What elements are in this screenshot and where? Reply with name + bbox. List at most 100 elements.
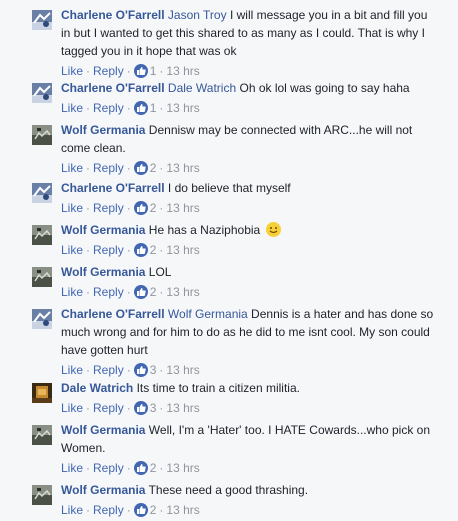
reply-button[interactable]: Reply xyxy=(93,201,124,215)
wolf-avatar[interactable] xyxy=(32,485,52,505)
comment-timestamp[interactable]: 13 hrs xyxy=(166,461,199,475)
smiley-emoji-icon xyxy=(265,222,281,237)
like-button[interactable]: Like xyxy=(61,285,83,299)
like-button[interactable]: Like xyxy=(61,461,83,475)
comment-actions: Like · Reply · 2 · 13 hrs xyxy=(61,283,438,301)
charlene-avatar[interactable] xyxy=(32,83,52,103)
comment-author-link[interactable]: Dale Watrich xyxy=(61,381,133,395)
separator-dot: · xyxy=(126,503,131,517)
comment-timestamp[interactable]: 13 hrs xyxy=(166,161,199,175)
like-button[interactable]: Like xyxy=(61,161,83,175)
charlene-avatar[interactable] xyxy=(32,309,52,329)
reply-button[interactable]: Reply xyxy=(93,243,124,257)
comment-author-link[interactable]: Wolf Germania xyxy=(61,123,145,137)
separator-dot: · xyxy=(86,363,91,377)
comment-timestamp[interactable]: 13 hrs xyxy=(166,401,199,415)
like-button[interactable]: Like xyxy=(61,401,83,415)
comment-author-link[interactable]: Wolf Germania xyxy=(61,223,145,237)
comment-timestamp[interactable]: 13 hrs xyxy=(166,101,199,115)
comment-author-link[interactable]: Charlene O'Farrell xyxy=(61,81,165,95)
reply-button[interactable]: Reply xyxy=(93,161,124,175)
comment-actions: Like · Reply · 1 · 13 hrs xyxy=(61,62,438,80)
reply-button[interactable]: Reply xyxy=(93,101,124,115)
mentioned-user-link[interactable]: Wolf Germania xyxy=(168,307,248,321)
wolf-avatar[interactable] xyxy=(32,225,52,245)
comment-author-link[interactable]: Charlene O'Farrell xyxy=(61,181,165,195)
comment-actions: Like · Reply · 3 · 13 hrs xyxy=(61,399,438,417)
separator-dot: · xyxy=(86,243,91,257)
thumbs-up-icon[interactable] xyxy=(133,201,148,215)
reply-button[interactable]: Reply xyxy=(93,363,124,377)
comment-content: Charlene O'Farrell Jason Troy I will mes… xyxy=(61,6,438,60)
separator-dot: · xyxy=(159,64,164,78)
comment-text: These need a good thrashing. xyxy=(145,483,309,497)
dale-avatar[interactable] xyxy=(32,383,52,403)
wolf-avatar[interactable] xyxy=(32,267,52,287)
comment-text: I do believe that myself xyxy=(164,181,291,195)
thumbs-up-icon[interactable] xyxy=(133,101,148,115)
comment-timestamp[interactable]: 13 hrs xyxy=(166,243,199,257)
comment-timestamp[interactable]: 13 hrs xyxy=(166,201,199,215)
wolf-avatar[interactable] xyxy=(32,125,52,145)
comment-thread: Charlene O'Farrell Jason Troy I will mes… xyxy=(0,0,458,521)
like-button[interactable]: Like xyxy=(61,64,83,78)
comment-actions: Like · Reply · 2 · 13 hrs xyxy=(61,159,438,177)
comment-author-link[interactable]: Charlene O'Farrell xyxy=(61,8,165,22)
separator-dot: · xyxy=(86,503,91,517)
separator-dot: · xyxy=(86,101,91,115)
thumbs-up-icon[interactable] xyxy=(133,461,148,475)
reply-button[interactable]: Reply xyxy=(93,285,124,299)
separator-dot: · xyxy=(126,201,131,215)
comment-text: He has a Naziphobia xyxy=(145,223,261,237)
thumbs-up-icon[interactable] xyxy=(133,161,148,175)
thumbs-up-icon[interactable] xyxy=(133,285,148,299)
separator-dot: · xyxy=(126,401,131,415)
like-button[interactable]: Like xyxy=(61,363,83,377)
like-button[interactable]: Like xyxy=(61,503,83,517)
separator-dot: · xyxy=(159,461,164,475)
comment-author-link[interactable]: Wolf Germania xyxy=(61,423,145,437)
charlene-avatar[interactable] xyxy=(32,183,52,203)
thumbs-up-icon[interactable] xyxy=(133,503,148,517)
reply-button[interactable]: Reply xyxy=(93,461,124,475)
comment-actions: Like · Reply · 3 · 13 hrs xyxy=(61,361,438,379)
separator-dot: · xyxy=(126,101,131,115)
like-button[interactable]: Like xyxy=(61,201,83,215)
comment-actions: Like · Reply · 2 · 13 hrs xyxy=(61,501,438,519)
thumbs-up-icon[interactable] xyxy=(133,401,148,415)
like-button[interactable]: Like xyxy=(61,243,83,257)
separator-dot: · xyxy=(159,503,164,517)
reply-button[interactable]: Reply xyxy=(93,64,124,78)
thumbs-up-icon[interactable] xyxy=(133,243,148,257)
comment-content: Charlene O'Farrell I do believe that mys… xyxy=(61,179,438,197)
comment-author-link[interactable]: Wolf Germania xyxy=(61,483,145,497)
like-button[interactable]: Like xyxy=(61,101,83,115)
comment-timestamp[interactable]: 13 hrs xyxy=(166,363,199,377)
separator-dot: · xyxy=(159,243,164,257)
mentioned-user-link[interactable]: Jason Troy xyxy=(168,8,227,22)
reply-button[interactable]: Reply xyxy=(93,401,124,415)
charlene-avatar[interactable] xyxy=(32,10,52,30)
comment-timestamp[interactable]: 13 hrs xyxy=(166,503,199,517)
separator-dot: · xyxy=(159,363,164,377)
comment-timestamp[interactable]: 13 hrs xyxy=(166,285,199,299)
comment-text: Oh ok lol was going to say haha xyxy=(236,81,410,95)
separator-dot: · xyxy=(159,201,164,215)
comment-author-link[interactable]: Wolf Germania xyxy=(61,265,145,279)
comment-text: Its time to train a citizen militia. xyxy=(133,381,300,395)
separator-dot: · xyxy=(126,461,131,475)
comment-content: Charlene O'Farrell Dale Watrich Oh ok lo… xyxy=(61,79,438,97)
comment-content: Wolf Germania Dennisw may be connected w… xyxy=(61,121,438,157)
mentioned-user-link[interactable]: Dale Watrich xyxy=(168,81,236,95)
comment-content: Wolf Germania LOL xyxy=(61,263,438,281)
reply-button[interactable]: Reply xyxy=(93,503,124,517)
thumbs-up-icon[interactable] xyxy=(133,363,148,377)
separator-dot: · xyxy=(126,64,131,78)
wolf-avatar[interactable] xyxy=(32,425,52,445)
comment-author-link[interactable]: Charlene O'Farrell xyxy=(61,307,165,321)
comment-content: Charlene O'Farrell Wolf Germania Dennis … xyxy=(61,305,438,359)
thumbs-up-icon[interactable] xyxy=(133,64,148,78)
separator-dot: · xyxy=(86,64,91,78)
comment-actions: Like · Reply · 2 · 13 hrs xyxy=(61,241,438,259)
comment-timestamp[interactable]: 13 hrs xyxy=(166,64,199,78)
